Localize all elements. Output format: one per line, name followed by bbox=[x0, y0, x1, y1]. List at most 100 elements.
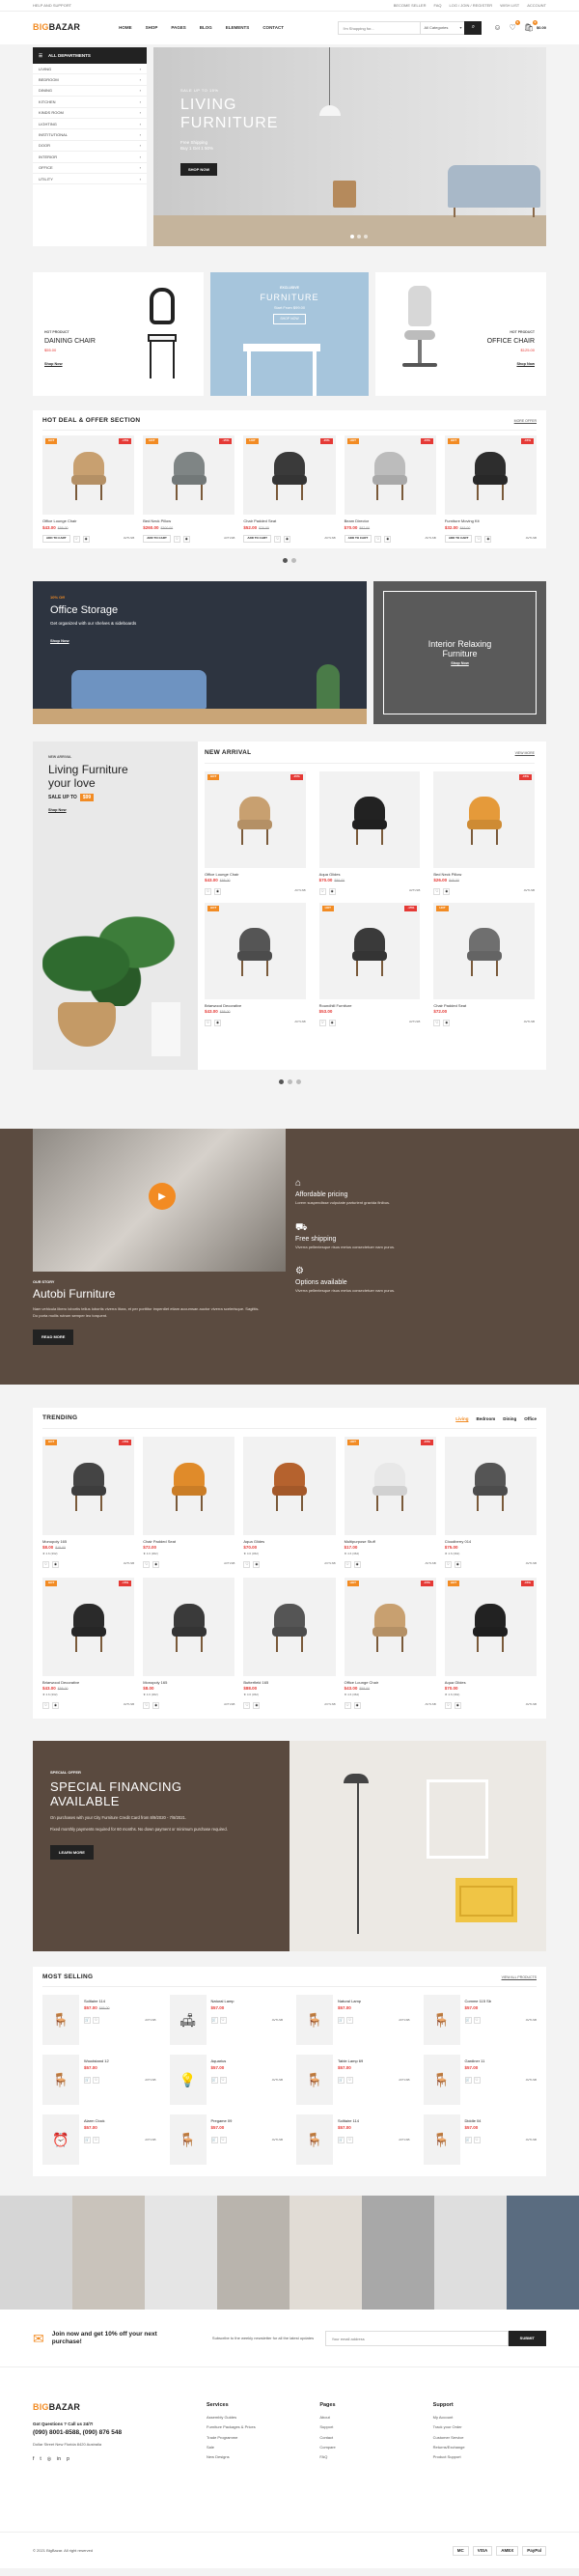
wishlist-icon[interactable]: ♡ bbox=[93, 2137, 99, 2144]
add-to-cart-button[interactable]: ADD TO CART bbox=[344, 535, 372, 544]
wishlist-icon[interactable]: ♡ bbox=[243, 1560, 251, 1568]
footer-link[interactable]: About bbox=[319, 2415, 432, 2420]
wishlist-icon[interactable]: ♡ bbox=[219, 2137, 227, 2144]
product-name[interactable]: Table Lamp 69 bbox=[338, 2058, 410, 2063]
sidebar-item[interactable]: OFFICE › bbox=[33, 163, 147, 174]
footer-link[interactable]: Returns/Exchange bbox=[433, 2445, 546, 2450]
footer-link[interactable]: Customer Service bbox=[433, 2435, 546, 2440]
product-name[interactable]: Natural Lamp bbox=[211, 1999, 284, 2003]
quick-view-icon[interactable]: ◉ bbox=[328, 1019, 336, 1026]
product-name[interactable]: Office Lounge Chair bbox=[345, 1680, 436, 1685]
cart-icon[interactable]: 🛒 bbox=[84, 2017, 91, 2025]
product-name[interactable]: Multipurpose Stuff bbox=[345, 1539, 436, 1544]
more-offer-link[interactable]: MORE OFFER bbox=[514, 419, 537, 424]
wishlist-icon[interactable]: ♡ bbox=[72, 535, 80, 543]
top-link[interactable]: WISH LIST bbox=[500, 3, 519, 8]
quick-view-icon[interactable]: ◉ bbox=[443, 887, 451, 895]
footer-link[interactable]: Assembly Guides bbox=[207, 2415, 319, 2420]
product-card[interactable]: HOT -15% Office Lounge Chair $43.00 $58.00 ♡ ◉… bbox=[205, 770, 306, 895]
wishlist-icon[interactable]: ♡ bbox=[42, 1701, 49, 1709]
product-name[interactable]: Natural Lamp bbox=[338, 1999, 410, 2003]
quick-view-icon[interactable]: ◉ bbox=[214, 887, 221, 895]
wishlist-icon[interactable]: ♡ bbox=[374, 535, 382, 543]
submit-button[interactable]: SUBMIT bbox=[508, 2331, 546, 2347]
product-name[interactable]: Aqua Glides bbox=[319, 872, 421, 877]
quick-view-icon[interactable]: ◉ bbox=[454, 1560, 461, 1568]
top-link[interactable]: LOG / JOIN / REGISTER bbox=[450, 3, 493, 8]
wishlist-icon[interactable]: ♡ bbox=[473, 2077, 481, 2085]
top-link[interactable]: ACCOUNT bbox=[527, 3, 546, 8]
promo-banner-dining-chair[interactable]: HOT PRODUCT DAINING CHAIR $55.00 Shop No… bbox=[33, 272, 204, 396]
shop-now-link[interactable]: Shop Now bbox=[50, 638, 69, 643]
quick-view-icon[interactable]: ◉ bbox=[214, 1019, 221, 1026]
nav-item[interactable]: ELEMENTS bbox=[226, 25, 250, 31]
sidebar-item[interactable]: DOOR › bbox=[33, 141, 147, 153]
search-button[interactable]: ⌕ bbox=[464, 21, 482, 35]
product-card-small[interactable]: 🪑 Woodstand 12 $57.00 🛒 ♡ AVTLSB bbox=[42, 2055, 156, 2106]
quick-view-icon[interactable]: ◉ bbox=[353, 1701, 361, 1709]
wishlist-icon[interactable]: ♡ bbox=[205, 1019, 211, 1026]
product-name[interactable]: Aqua Glides bbox=[243, 1539, 335, 1544]
interior-banner[interactable]: Interior Relaxing Furniture Shop Now bbox=[373, 581, 546, 725]
product-card[interactable]: HOT -15% Monopoly 165 $8.00 $15.00 ★ 4.6 (362… bbox=[42, 1436, 135, 1568]
product-card[interactable]: Chair Padded Seat $72.00 ★ 4.6 (362) ♡ ◉ AVTL… bbox=[143, 1436, 235, 1568]
learn-more-button[interactable]: LEARN MORE bbox=[50, 1845, 94, 1861]
product-card-small[interactable]: 🪑 Table Lamp 69 $57.00 🛒 ♡ AVTLSB bbox=[296, 2055, 410, 2106]
twitter-icon[interactable]: t bbox=[40, 2456, 41, 2463]
banner-shop-link[interactable]: Shop Now bbox=[516, 362, 535, 367]
product-name[interactable]: Comme 115 Sb bbox=[465, 1999, 538, 2003]
gallery-image[interactable] bbox=[362, 2196, 434, 2310]
sidebar-item[interactable]: KINDS ROOM › bbox=[33, 108, 147, 119]
quick-view-icon[interactable]: ◉ bbox=[284, 535, 291, 543]
product-name[interactable]: Office Lounge Chair bbox=[42, 518, 134, 523]
category-select[interactable]: All Categories ▾ bbox=[420, 22, 464, 34]
sidebar-header[interactable]: ☰ ALL DEPARTMENTS bbox=[33, 47, 147, 64]
product-name[interactable]: Pregame 09 bbox=[211, 2118, 284, 2123]
product-name[interactable]: Beam Director bbox=[345, 518, 436, 523]
cart-icon[interactable]: 🛒 bbox=[464, 2077, 472, 2085]
sidebar-item[interactable]: KITCHEN › bbox=[33, 97, 147, 108]
pinterest-icon[interactable]: p bbox=[67, 2456, 69, 2463]
office-storage-banner[interactable]: 10% Off Office Storage Get organized wit… bbox=[33, 581, 367, 725]
product-name[interactable]: Chair Padded Seat bbox=[243, 518, 335, 523]
video-thumbnail[interactable]: ▶ bbox=[33, 1129, 286, 1273]
footer-link[interactable]: Sale bbox=[207, 2445, 319, 2450]
product-name[interactable]: Cloudberry 014 bbox=[445, 1539, 537, 1544]
product-name[interactable]: Woodstand 12 bbox=[84, 2058, 156, 2063]
cart-icon[interactable]: 🛒 bbox=[210, 2137, 218, 2144]
product-card[interactable]: Butterfield 165 $88.00 ★ 4.6 (362) ♡ ◉ AVTLSB bbox=[243, 1577, 336, 1709]
product-card[interactable]: HOT -15% Bed Neck Pillow $260.00 $300.00 ADD … bbox=[143, 435, 235, 544]
cart-icon[interactable]: 🛒 bbox=[84, 2077, 91, 2085]
product-name[interactable]: Diddle 04 bbox=[465, 2118, 538, 2123]
product-card[interactable]: -15% Bed Neck Pillow $26.00 $45.00 ♡ ◉ AVTLSB bbox=[433, 770, 535, 895]
cart-icon[interactable]: 🛒 bbox=[338, 2137, 345, 2144]
product-card-small[interactable]: 🪑 Natural Lamp $57.00 🛒 ♡ AVTLSB bbox=[296, 1995, 410, 2046]
product-name[interactable]: Briarwood Decorative bbox=[205, 1003, 306, 1008]
wishlist-icon[interactable]: ♡ bbox=[143, 1560, 151, 1568]
banner-shop-button[interactable]: SHOP NOW bbox=[273, 314, 306, 324]
quick-view-icon[interactable]: ◉ bbox=[353, 1560, 361, 1568]
product-card-small[interactable]: 🪑 Solitaire 114 $57.00 $65.00 🛒 ♡ AVTLSB bbox=[42, 1995, 156, 2046]
cart-icon[interactable]: 🛍 0 bbox=[524, 19, 538, 33]
cart-icon[interactable]: 🛒 bbox=[464, 2137, 472, 2144]
wishlist-icon[interactable]: ♡ bbox=[318, 887, 326, 895]
product-card-small[interactable]: 🪑 Pregame 09 $57.00 🛒 ♡ AVTLSB bbox=[169, 2114, 284, 2166]
shop-now-link[interactable]: Shop Now bbox=[48, 808, 67, 813]
search-input[interactable] bbox=[339, 22, 421, 34]
top-link[interactable]: FAQ bbox=[434, 3, 442, 8]
add-to-cart-button[interactable]: ADD TO CART bbox=[42, 535, 70, 544]
product-name[interactable]: Furniture Moving Kit bbox=[445, 518, 537, 523]
quick-view-icon[interactable]: ◉ bbox=[253, 1701, 261, 1709]
nav-item[interactable]: PAGES bbox=[171, 25, 185, 31]
wishlist-icon[interactable]: ♡ bbox=[475, 535, 482, 543]
product-card[interactable]: HOT Briarwood Decorative $43.00 $58.00 ♡ ◉ AVT… bbox=[205, 902, 306, 1026]
quick-view-icon[interactable]: ◉ bbox=[443, 1019, 451, 1026]
sidebar-item[interactable]: DINING › bbox=[33, 86, 147, 98]
product-name[interactable]: Alarm Clock bbox=[84, 2118, 156, 2123]
promo-banner-office-chair[interactable]: HOT PRODUCT OFFICE CHAIR $125.00 Shop No… bbox=[375, 272, 547, 396]
footer-link[interactable]: My Account bbox=[433, 2415, 546, 2420]
read-more-button[interactable]: READ MORE bbox=[33, 1330, 74, 1345]
gallery-image[interactable] bbox=[434, 2196, 507, 2310]
wishlist-icon[interactable]: ♡ bbox=[344, 1701, 351, 1709]
view-more-link[interactable]: VIEW MORE bbox=[515, 751, 535, 756]
